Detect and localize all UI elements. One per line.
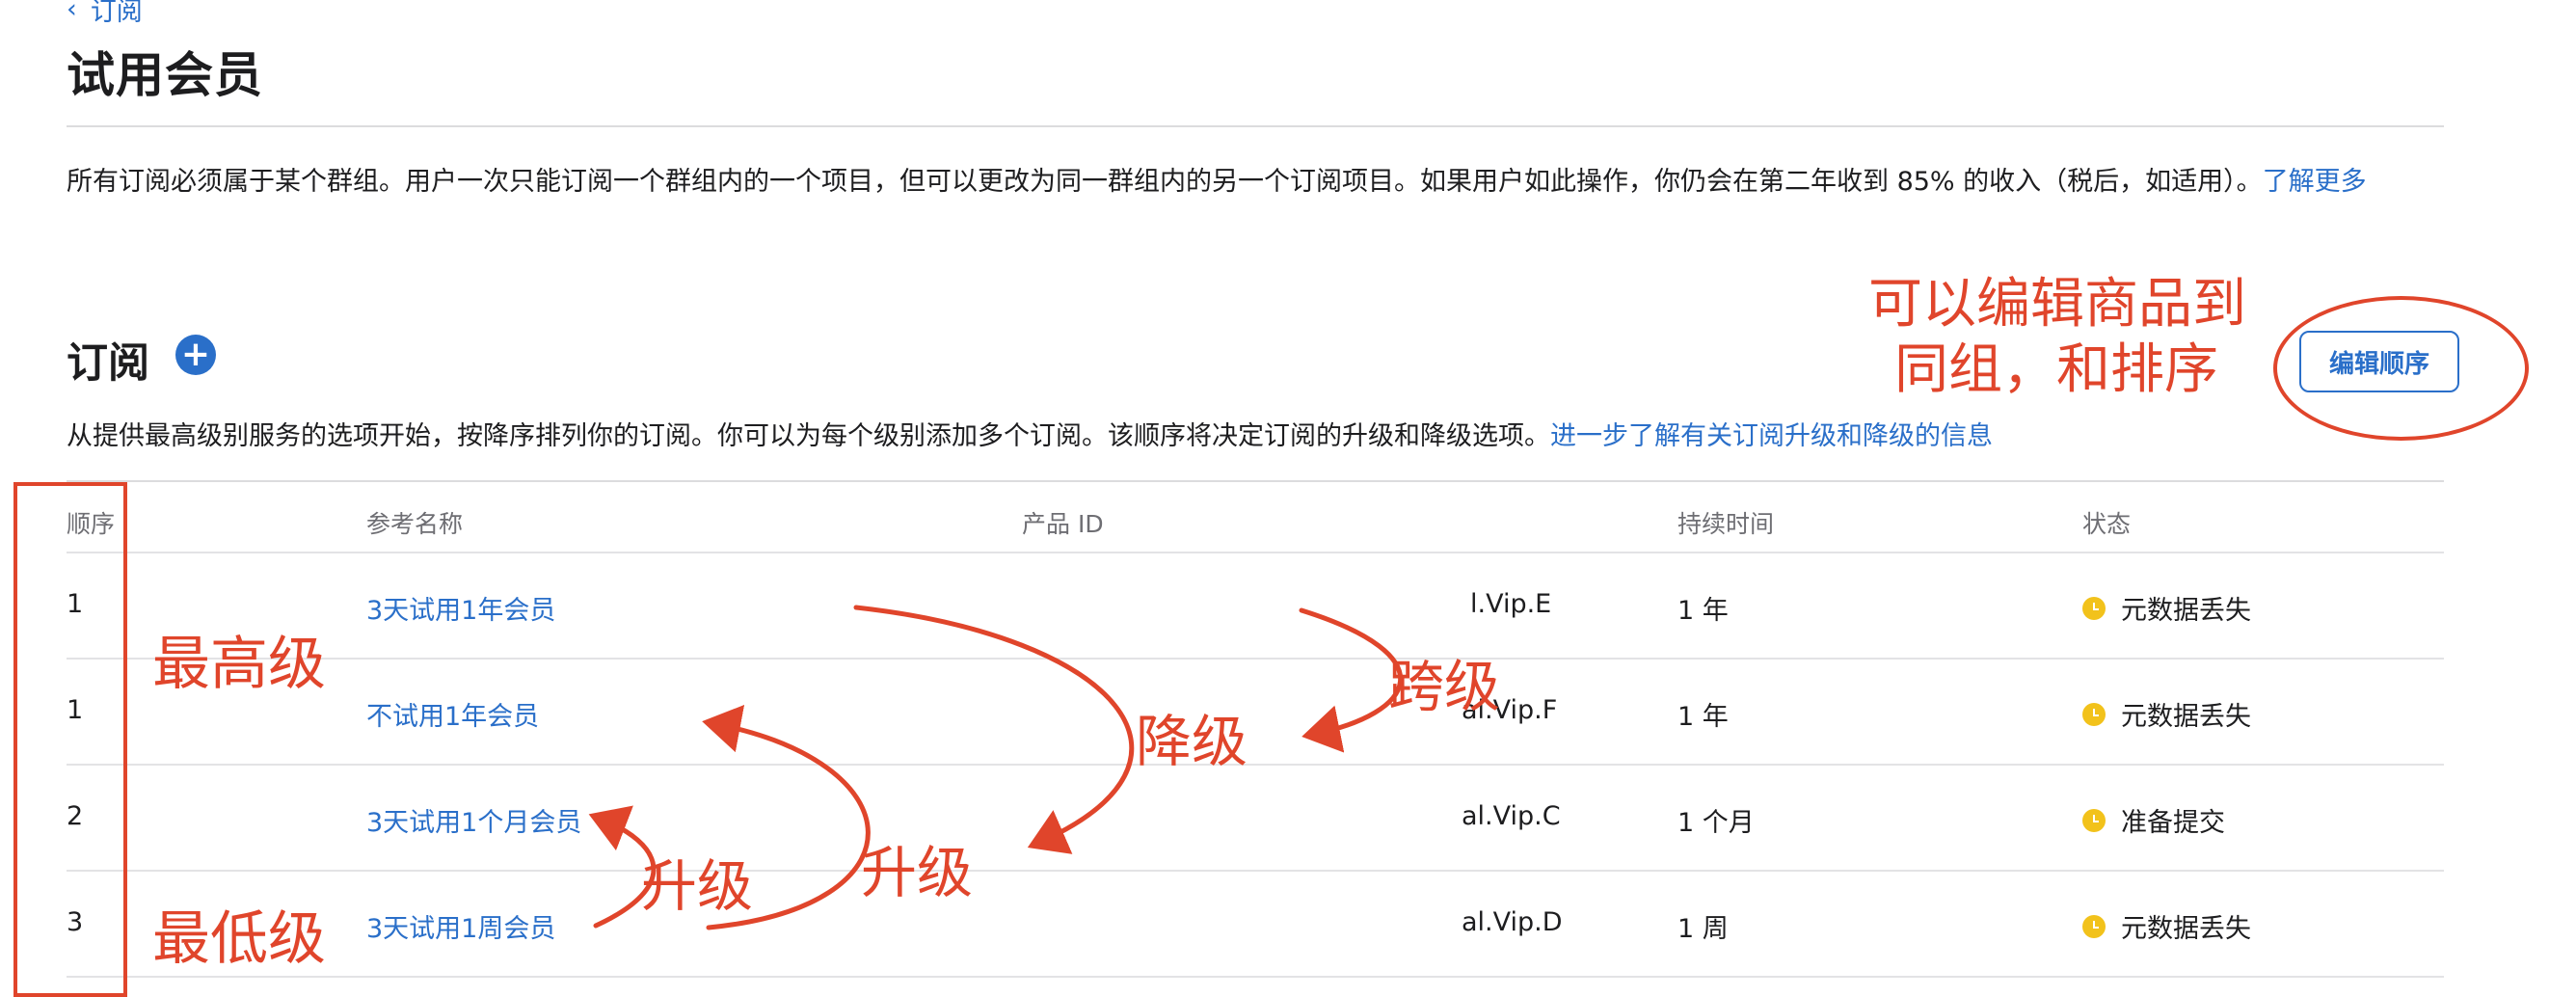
cross-grade-arrow (1299, 607, 1404, 753)
upgrade-arrow-short (588, 805, 657, 929)
annotation-arrows (588, 605, 1404, 930)
downgrade-arrow (853, 605, 1135, 854)
upgrade-arrow-long (702, 705, 871, 930)
